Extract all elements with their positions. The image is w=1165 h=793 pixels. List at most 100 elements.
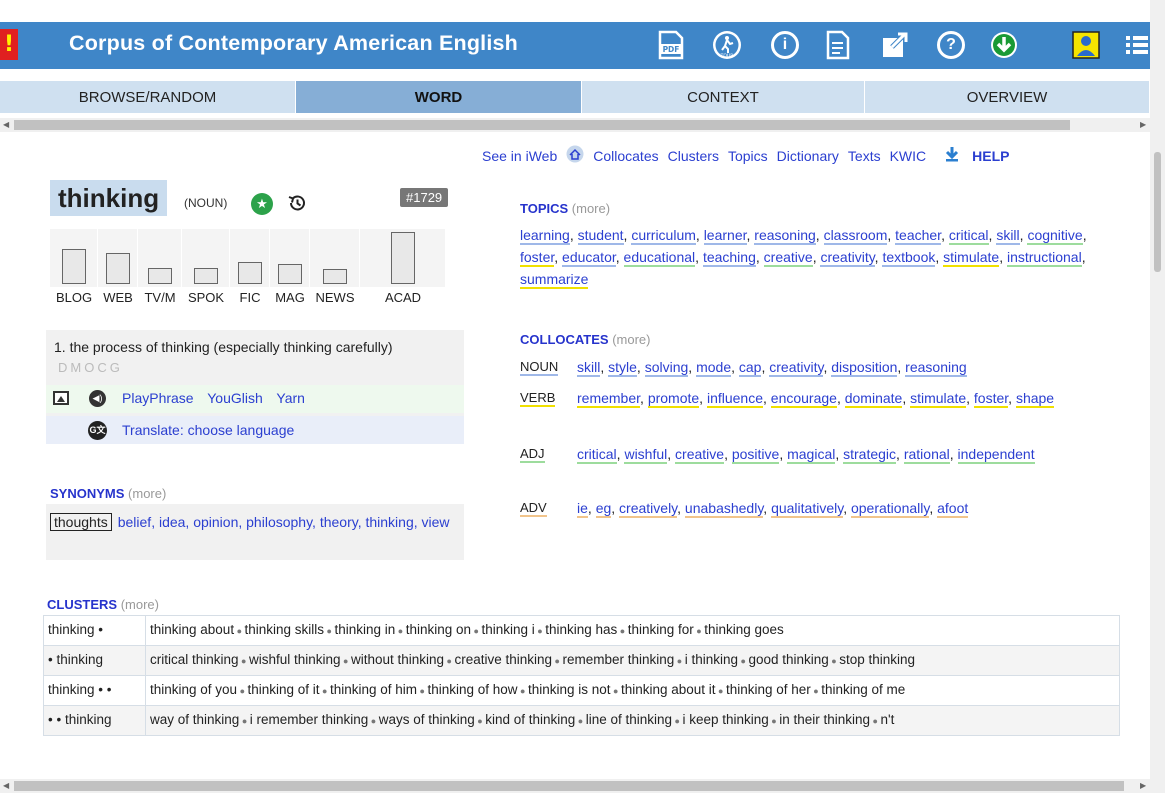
vertical-scrollbar-thumb[interactable] (1154, 152, 1161, 272)
cluster-phrase[interactable]: thinking for (628, 622, 694, 637)
topic-link[interactable]: teaching (702, 249, 756, 267)
synonym-items[interactable]: belief, idea, opinion, philosophy, theor… (118, 514, 450, 530)
cluster-phrase[interactable]: thinking has (545, 622, 617, 637)
cluster-phrase[interactable]: thinking on (406, 622, 471, 637)
cluster-phrase[interactable]: thinking is not (528, 682, 611, 697)
collocate-link[interactable]: dominate (844, 390, 903, 408)
cluster-phrase[interactable]: thinking skills (245, 622, 325, 637)
translate-link[interactable]: Translate: choose language (122, 422, 294, 438)
genre-bar[interactable] (237, 262, 262, 284)
collocate-link[interactable]: style (608, 359, 637, 377)
topics-more-link[interactable]: (more) (572, 201, 610, 216)
genre-bar-cell[interactable] (138, 229, 182, 287)
collocate-link[interactable]: unabashedly (684, 500, 764, 518)
topic-link[interactable]: educator (562, 249, 616, 267)
topics-link[interactable]: Topics (728, 148, 768, 164)
topic-link[interactable]: critical (948, 227, 989, 245)
cluster-phrase[interactable]: i keep thinking (682, 712, 768, 727)
help-icon[interactable]: ? (937, 30, 965, 60)
synonyms-title[interactable]: SYNONYMS (50, 486, 124, 501)
collocate-link[interactable]: foster (973, 390, 1009, 408)
topic-link[interactable]: educational (623, 249, 696, 267)
cluster-phrase[interactable]: way of thinking (150, 712, 239, 727)
cluster-phrase[interactable]: thinking about (150, 622, 234, 637)
cluster-phrase[interactable]: in their thinking (779, 712, 870, 727)
pdf-icon[interactable]: PDF (657, 30, 685, 60)
clusters-title[interactable]: CLUSTERS (47, 597, 117, 612)
collocate-link[interactable]: stimulate (910, 390, 967, 408)
genre-bar-cell[interactable] (360, 229, 446, 287)
genre-bar[interactable] (193, 268, 218, 284)
cluster-phrase[interactable]: thinking of it (248, 682, 320, 697)
cluster-phrase[interactable]: wishful thinking (249, 652, 341, 667)
cluster-phrase[interactable]: thinking of you (150, 682, 237, 697)
tab-word[interactable]: WORD (296, 81, 582, 113)
collocate-link[interactable]: promote (647, 390, 700, 408)
cluster-phrase[interactable]: critical thinking (150, 652, 239, 667)
user-icon[interactable] (1072, 30, 1100, 60)
topic-link[interactable]: learner (703, 227, 747, 245)
cluster-phrase[interactable]: creative thinking (454, 652, 552, 667)
cluster-phrase[interactable]: thinking about it (621, 682, 716, 697)
collocate-link[interactable]: skill (577, 359, 601, 377)
collocate-link[interactable]: encourage (770, 390, 837, 408)
app-title[interactable]: Corpus of Contemporary American English (69, 31, 518, 56)
youglish-link[interactable]: YouGlish (207, 390, 263, 406)
cluster-phrase[interactable]: thinking of how (427, 682, 517, 697)
image-icon[interactable] (53, 391, 69, 405)
bottom-scroll-left-arrow-icon[interactable]: ◀ (3, 781, 9, 790)
collocates-more-link[interactable]: (more) (612, 332, 650, 347)
collocate-link[interactable]: afoot (937, 500, 969, 518)
sound-icon[interactable]: ◀) (89, 390, 106, 407)
cluster-phrase[interactable]: remember thinking (562, 652, 674, 667)
cluster-phrase[interactable]: n't (880, 712, 894, 727)
collocates-title[interactable]: COLLOCATES (520, 332, 609, 347)
scroll-right-arrow-icon[interactable]: ▶ (1140, 120, 1146, 129)
collocate-link[interactable]: critical (577, 446, 617, 464)
topic-link[interactable]: textbook (882, 249, 936, 267)
topic-link[interactable]: teacher (895, 227, 942, 245)
cluster-phrase[interactable]: good thinking (748, 652, 828, 667)
download-arrow-icon[interactable] (945, 146, 959, 165)
cluster-phrase[interactable]: thinking of him (330, 682, 417, 697)
cluster-phrase[interactable]: thinking goes (704, 622, 784, 637)
collocate-link[interactable]: cap (738, 359, 762, 377)
topic-link[interactable]: skill (996, 227, 1020, 245)
cluster-phrase[interactable]: thinking of me (821, 682, 905, 697)
menu-icon[interactable] (1124, 30, 1150, 60)
playphrase-link[interactable]: PlayPhrase (122, 390, 194, 406)
document-icon[interactable] (826, 30, 850, 60)
collocate-link[interactable]: influence (706, 390, 763, 408)
bottom-horizontal-scrollbar[interactable]: ◀ ▶ (0, 779, 1150, 793)
texts-link[interactable]: Texts (848, 148, 881, 164)
cluster-phrase[interactable]: i remember thinking (250, 712, 369, 727)
genre-bar-cell[interactable] (310, 229, 360, 287)
topic-link[interactable]: student (577, 227, 624, 245)
collocate-link[interactable]: strategic (843, 446, 897, 464)
collocate-link[interactable]: creative (675, 446, 725, 464)
synonym-headword[interactable]: thoughts (50, 513, 112, 531)
clusters-link[interactable]: Clusters (668, 148, 719, 164)
collocate-link[interactable]: mode (696, 359, 732, 377)
tab-browse-random[interactable]: BROWSE/RANDOM (0, 81, 296, 113)
genre-bar-cell[interactable] (98, 229, 138, 287)
translate-icon[interactable]: G文 (88, 421, 107, 440)
cluster-phrase[interactable]: thinking of her (726, 682, 811, 697)
collocate-link[interactable]: shape (1015, 390, 1055, 408)
topic-link[interactable]: creativity (820, 249, 875, 267)
collocate-link[interactable]: rational (903, 446, 950, 464)
topic-link[interactable]: summarize (520, 271, 589, 289)
kwic-link[interactable]: KWIC (890, 148, 927, 164)
home-icon[interactable] (566, 145, 584, 166)
genre-bar[interactable] (390, 232, 415, 284)
collocate-link[interactable]: positive (731, 446, 780, 464)
genre-bar[interactable] (147, 268, 172, 284)
genre-bar-cell[interactable] (50, 229, 98, 287)
dictionary-link[interactable]: Dictionary (777, 148, 839, 164)
clusters-more-link[interactable]: (more) (121, 597, 159, 612)
collocate-link[interactable]: disposition (831, 359, 898, 377)
collocate-link[interactable]: ie (577, 500, 588, 518)
collocate-link[interactable]: creativity (769, 359, 824, 377)
scroll-left-arrow-icon[interactable]: ◀ (3, 120, 9, 129)
yarn-link[interactable]: Yarn (276, 390, 305, 406)
